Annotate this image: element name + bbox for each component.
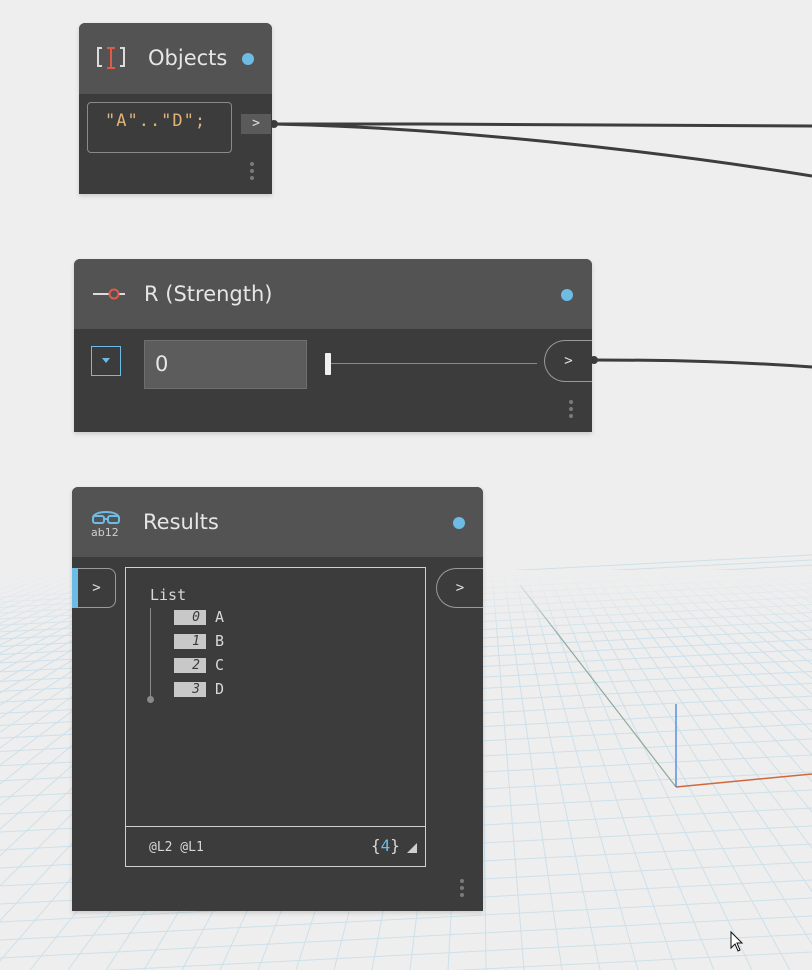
count-value: 4 bbox=[380, 836, 391, 855]
list-levels-label: @L2 @L1 bbox=[149, 840, 204, 855]
chevron-down-icon bbox=[102, 358, 110, 363]
slider-output-port[interactable]: > bbox=[544, 340, 592, 382]
node-menu-icon[interactable] bbox=[569, 400, 573, 421]
slider-node-title: R (Strength) bbox=[144, 282, 273, 306]
list-tree-end bbox=[147, 696, 154, 703]
objects-node-header[interactable]: Objects bbox=[79, 23, 272, 94]
wire-objects-2 bbox=[273, 122, 812, 178]
results-output-port[interactable]: > bbox=[436, 568, 483, 608]
grid-line bbox=[0, 915, 812, 959]
wire-slider bbox=[593, 358, 812, 369]
slider-expand-button[interactable] bbox=[91, 346, 121, 376]
results-node-title: Results bbox=[143, 510, 219, 534]
count-open-brace: { bbox=[371, 836, 381, 855]
slider-thumb[interactable] bbox=[325, 353, 331, 375]
list-item-index: 0 bbox=[174, 610, 206, 625]
mouse-pointer-icon bbox=[730, 930, 744, 952]
list-item-index: 1 bbox=[174, 634, 206, 649]
code-block-editor[interactable]: "A".."D"; bbox=[87, 102, 232, 153]
results-node-header[interactable]: ab12 Results bbox=[72, 487, 483, 557]
objects-output-port[interactable]: > bbox=[241, 114, 271, 134]
results-node[interactable]: ab12 Results > > List 0 A 1 B 2 C 3 D @L… bbox=[72, 487, 483, 911]
list-item-value: C bbox=[215, 656, 225, 674]
resize-handle-icon[interactable] bbox=[406, 842, 418, 854]
list-tree-line bbox=[150, 608, 151, 698]
svg-text:ab12: ab12 bbox=[91, 526, 119, 538]
watch-display[interactable]: List 0 A 1 B 2 C 3 D @L2 @L1 {4} bbox=[125, 567, 426, 867]
node-menu-icon[interactable] bbox=[250, 162, 254, 183]
status-dot bbox=[242, 53, 254, 65]
list-item-value: B bbox=[215, 632, 225, 650]
slider-icon bbox=[92, 286, 126, 306]
slider-node-header[interactable]: R (Strength) bbox=[74, 259, 592, 329]
list-count: {4} bbox=[371, 836, 400, 855]
list-item-value: A bbox=[215, 608, 225, 626]
slider-value-input[interactable]: 0 bbox=[144, 340, 307, 389]
count-close-brace: } bbox=[390, 836, 400, 855]
list-item-index: 3 bbox=[174, 682, 206, 697]
watch-footer bbox=[126, 826, 425, 827]
node-menu-icon[interactable] bbox=[460, 879, 464, 900]
status-dot bbox=[561, 289, 573, 301]
status-dot bbox=[453, 517, 465, 529]
list-item-value: D bbox=[215, 680, 225, 698]
slider-track[interactable] bbox=[327, 363, 537, 364]
watch-icon: ab12 bbox=[90, 504, 122, 542]
slider-node[interactable]: R (Strength) 0 > bbox=[74, 259, 592, 432]
objects-node[interactable]: Objects "A".."D"; > bbox=[79, 23, 272, 194]
code-block-icon bbox=[96, 45, 126, 75]
results-input-port[interactable]: > bbox=[78, 568, 116, 608]
origin-axes bbox=[675, 704, 812, 788]
list-item-index: 2 bbox=[174, 658, 206, 673]
objects-node-title: Objects bbox=[148, 46, 228, 70]
watch-list-header: List bbox=[150, 586, 187, 604]
